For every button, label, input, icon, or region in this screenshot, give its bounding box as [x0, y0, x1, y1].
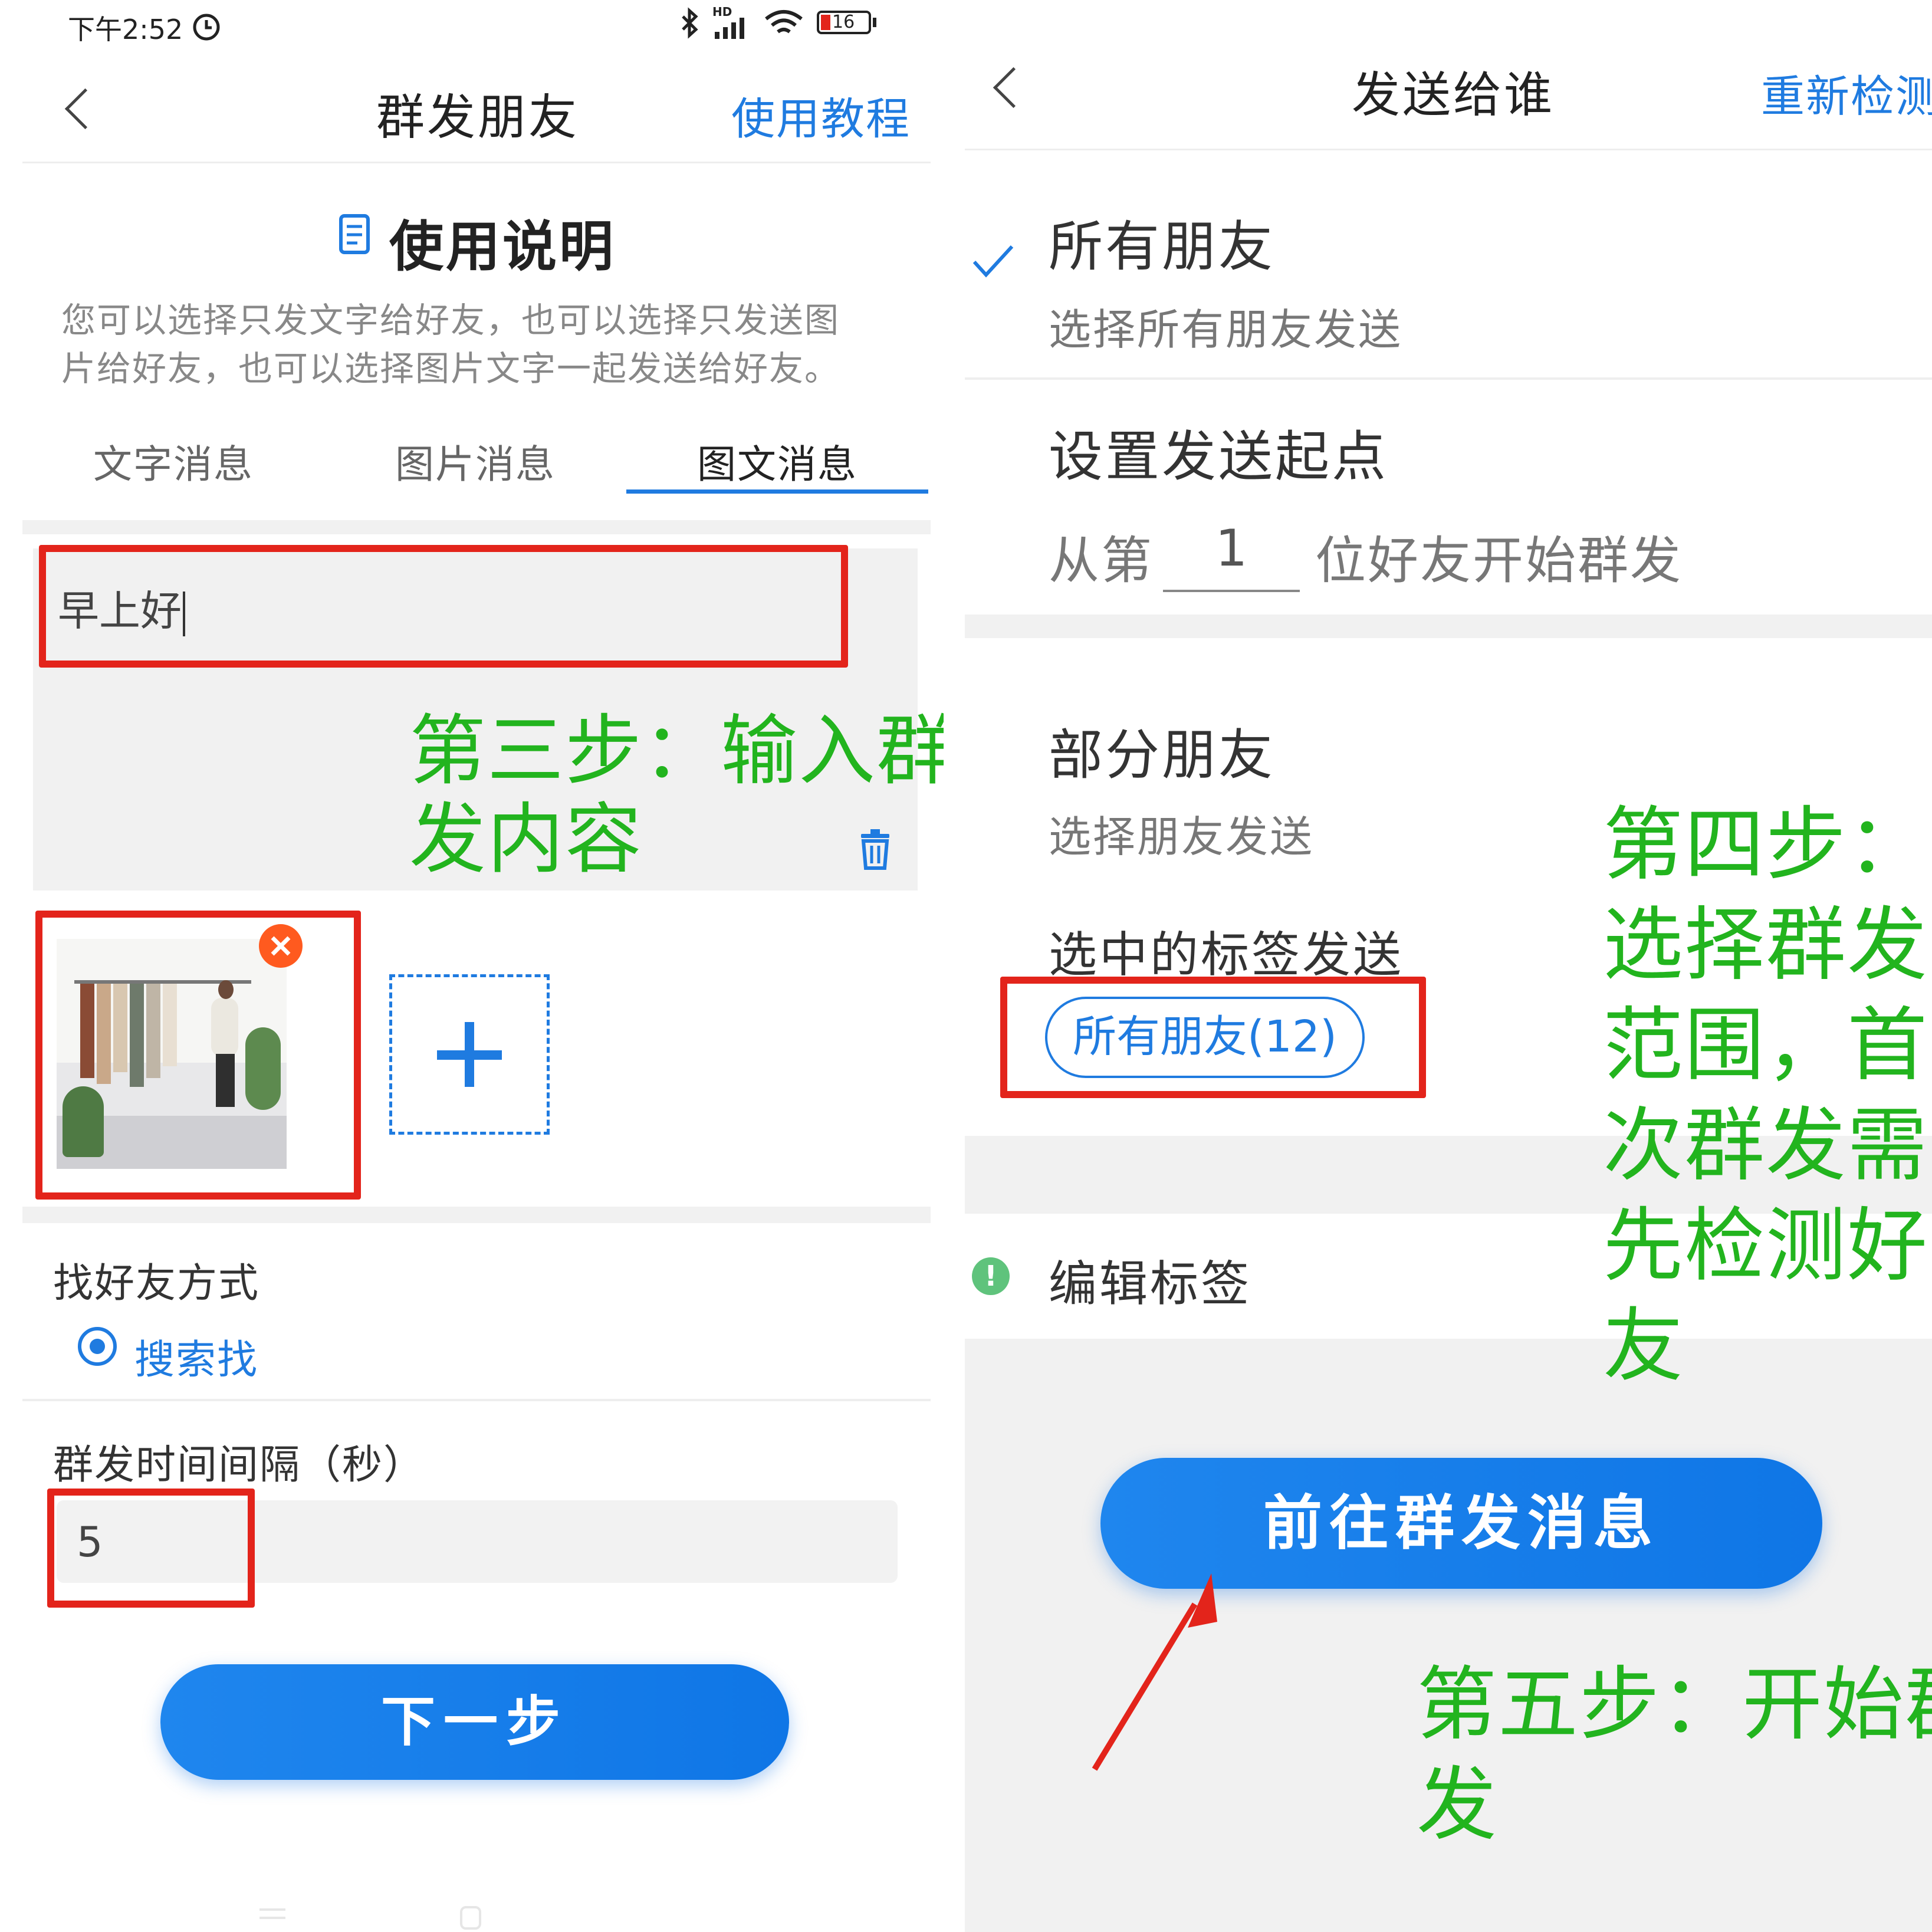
divider [965, 149, 1932, 150]
back-icon[interactable] [64, 88, 106, 130]
instructions-line-2: 片给好友，也可以选择图片文字一起发送给好友。 [61, 349, 840, 389]
instructions-body: 您可以选择只发文字给好友，也可以选择只发送图 片给好友，也可以选择图片文字一起发… [61, 296, 840, 393]
signal-icon [715, 18, 744, 39]
start-point-title: 设置发送起点 [1049, 425, 1389, 488]
back-icon[interactable] [993, 67, 1034, 109]
partial-friends-subtitle: 选择朋友发送 [1049, 812, 1315, 862]
annotation-step5-line2: 发 [1417, 1759, 1498, 1852]
add-image-button[interactable] [389, 974, 550, 1135]
annotation-step4-line1: 第四步： [1603, 799, 1928, 892]
page-title: 群发朋友 [376, 90, 580, 146]
divider [22, 1399, 931, 1401]
start-point-prefix: 从第 [1049, 531, 1154, 590]
trash-icon[interactable] [857, 828, 893, 870]
wifi-icon [765, 10, 803, 34]
divider [965, 377, 1932, 380]
tab-image-text-message[interactable]: 图文消息 [697, 433, 857, 489]
nav-menu-icon[interactable] [259, 1908, 285, 1911]
annotation-step5-line1: 第五步：开始群 [1417, 1658, 1932, 1752]
plus-icon-v [465, 1022, 474, 1087]
nav-home-icon[interactable] [460, 1906, 481, 1930]
left-screen: 下午2:52 HD 16 群发朋友 使用教程 使用说明 您可以选择只发文字给好友… [0, 0, 944, 1932]
selected-tags-label: 选中的标签发送 [1049, 927, 1404, 983]
tutorial-link[interactable]: 使用教程 [731, 84, 911, 147]
search-option-label[interactable]: 搜索找 [134, 1327, 258, 1385]
page-title: 发送给谁 [1352, 67, 1555, 123]
start-point-suffix: 位好友开始群发 [1315, 531, 1683, 590]
right-screen: 发送给谁 重新检测 所有朋友 选择所有朋友发送 设置发送起点 从第 1 位好友开… [965, 0, 1932, 1932]
edit-tags-label[interactable]: 编辑标签 [1049, 1244, 1251, 1315]
annotation-step4-line5: 先检测好 [1603, 1200, 1928, 1293]
annotation-box-interval [47, 1489, 255, 1608]
info-icon: ! [972, 1257, 1010, 1295]
instructions-line-1: 您可以选择只发文字给好友，也可以选择只发送图 [61, 300, 840, 340]
annotation-step4-line3: 范围，首 [1603, 999, 1928, 1092]
check-icon [972, 245, 1014, 278]
annotation-step5: 第五步：开始群 发 [1417, 1655, 1932, 1855]
all-friends-title[interactable]: 所有朋友 [1049, 203, 1275, 281]
radio-search[interactable] [78, 1327, 117, 1366]
battery-tip [873, 18, 876, 27]
find-friends-label: 找好友方式 [53, 1260, 260, 1307]
battery-icon: 16 [817, 11, 871, 34]
section-gap [22, 520, 931, 534]
annotation-step3-line1: 第三步：输入群 [409, 706, 944, 796]
section-gap [965, 615, 1932, 638]
document-icon [339, 214, 370, 254]
section-gap [22, 1207, 931, 1223]
tab-image-message[interactable]: 图片消息 [395, 433, 556, 489]
alarm-icon [193, 14, 220, 41]
annotation-step4-line6: 友 [1603, 1300, 1684, 1393]
start-point-input[interactable]: 1 [1163, 519, 1300, 592]
recheck-link[interactable]: 重新检测 [1761, 61, 1932, 124]
divider [22, 162, 931, 163]
annotation-box-tag [1000, 977, 1426, 1098]
battery-level: 16 [832, 12, 855, 32]
annotation-step4-line2: 选择群发 [1603, 899, 1928, 992]
all-friends-subtitle: 选择所有朋友发送 [1049, 305, 1403, 354]
annotation-box-image [35, 911, 361, 1200]
active-tab-indicator [626, 489, 928, 494]
nav-menu-icon-line [259, 1917, 285, 1919]
partial-friends-title[interactable]: 部分朋友 [1049, 711, 1275, 790]
annotation-step4-line4: 次群发需 [1603, 1099, 1928, 1192]
next-step-button[interactable]: 下一步 [160, 1664, 789, 1780]
tab-text-message[interactable]: 文字消息 [93, 433, 254, 489]
status-time: 下午2:52 [68, 14, 183, 45]
interval-label: 群发时间间隔（秒） [53, 1442, 425, 1489]
annotation-box-message [39, 545, 848, 668]
arrow-annotation [1092, 1573, 1217, 1771]
bluetooth-icon [682, 7, 698, 39]
instructions-heading: 使用说明 [389, 215, 616, 278]
annotation-step4: 第四步： 选择群发 范围，首 次群发需 先检测好 友 [1603, 795, 1928, 1397]
